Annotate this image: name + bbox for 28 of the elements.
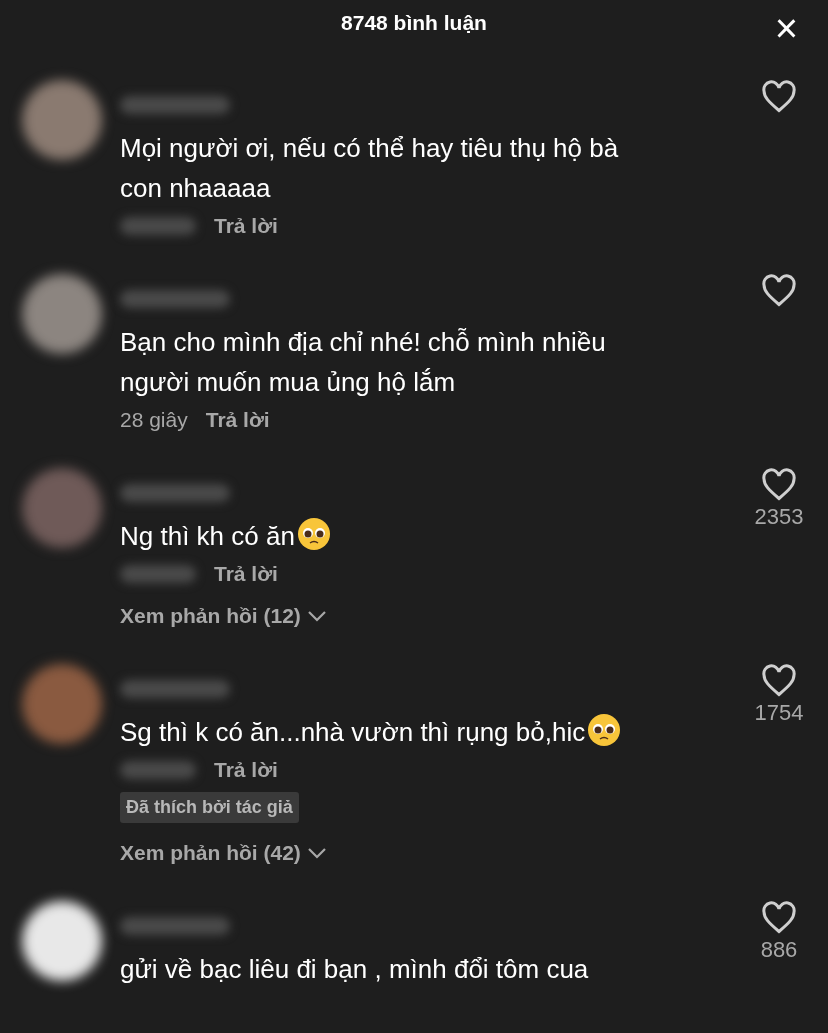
- heart-icon[interactable]: [761, 901, 797, 935]
- heart-icon[interactable]: [761, 468, 797, 502]
- avatar[interactable]: [22, 901, 102, 981]
- comment-time: 28 giây: [120, 408, 188, 432]
- chevron-down-icon: [306, 610, 327, 622]
- comment-text: Bạn cho mình địa chỉ nhé! chỗ mình nhiều người muốn mua ủng hộ lắm: [120, 326, 607, 399]
- reply-link[interactable]: Trả lời: [214, 562, 278, 586]
- close-button[interactable]: ×: [774, 8, 798, 48]
- comment-text: Mọi người ơi, nếu có thể hay tiêu thụ hộ bà con nhaaaaa: [120, 132, 620, 205]
- like-count: 886: [760, 937, 798, 963]
- like-count: 2353: [754, 504, 804, 530]
- heart-icon[interactable]: [761, 274, 797, 308]
- heart-icon[interactable]: [761, 664, 797, 698]
- reply-link[interactable]: Trả lời: [205, 408, 270, 432]
- comment-text: Ng thì kh có ăn: [120, 516, 331, 556]
- pleading-emoji-icon: [296, 517, 331, 551]
- like-count: 1754: [754, 700, 804, 726]
- reply-link[interactable]: Trả lời: [214, 758, 278, 782]
- comment-text: gửi về bạc liêu đi bạn , mình đổi tôm cua: [120, 953, 589, 986]
- pleading-emoji-icon: [587, 713, 622, 747]
- view-replies-link[interactable]: Xem phản hồi (12): [120, 604, 327, 628]
- view-replies-link[interactable]: Xem phản hồi (42): [120, 841, 327, 865]
- liked-by-author-badge: Đã thích bởi tác giả: [120, 792, 299, 823]
- chevron-down-icon: [306, 847, 327, 859]
- comments-count-title: 8748 bình luận: [341, 11, 487, 35]
- comment-text: Sg thì k có ăn...nhà vườn thì rụng bỏ,hic: [120, 712, 622, 752]
- reply-link[interactable]: Trả lời: [214, 214, 278, 238]
- heart-icon[interactable]: [761, 80, 797, 114]
